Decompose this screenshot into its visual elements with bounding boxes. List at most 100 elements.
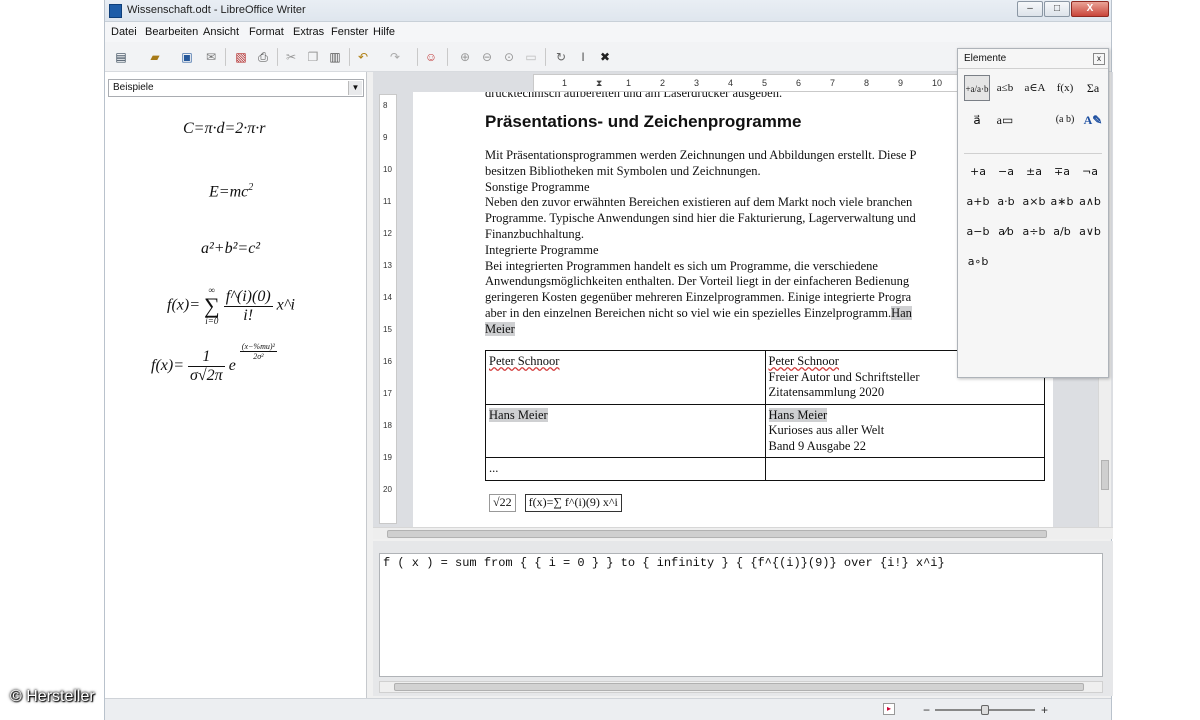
symbols-icon[interactable]: ✖ [597,49,613,65]
inline-taylor-formula[interactable]: f(x)=∑ f^(i)(9) x^i [524,494,622,512]
chevron-down-icon[interactable]: ▼ [348,81,362,95]
email-icon[interactable]: ✉ [203,49,219,65]
print-icon[interactable]: ⎙ [255,49,271,65]
example-formula-pythagoras[interactable]: a²+b²=c² [201,240,260,258]
symbol-a-div-b[interactable]: a÷b [1020,221,1048,243]
menu-hilfe[interactable]: Hilfe [373,26,395,38]
symbol-minusplus-a[interactable]: ∓a [1048,161,1076,183]
menu-bearbeiten[interactable]: Bearbeiten [145,26,198,38]
copy-icon[interactable]: ❐ [305,49,321,65]
category-functions[interactable]: f(x) [1052,75,1078,101]
zoom-100-icon[interactable]: ⊙ [501,49,517,65]
zoom-in-icon[interactable]: ⊕ [457,49,473,65]
zoom-slider-knob[interactable] [981,705,989,715]
inline-sqrt-formula[interactable]: √22 [489,494,516,512]
gauss-exp-numerator: (x−%mu)² [239,342,277,352]
example-formula-energy[interactable]: E=mc2 [209,182,253,201]
formula-cursor-icon[interactable]: I [575,49,591,65]
close-button[interactable]: X [1071,1,1109,17]
sigma-glyph: ∑ [204,293,220,318]
category-brackets[interactable]: (a b) [1052,107,1078,133]
category-others[interactable]: a▭ [992,107,1018,133]
symbol-a-slash-b[interactable]: a/b [1048,221,1076,243]
maximize-button[interactable]: □ [1044,1,1070,17]
redo-icon[interactable]: ↷ [387,49,403,65]
category-attributes[interactable]: a⃗ [964,107,990,133]
toolbar-separator [277,48,278,66]
menu-datei[interactable]: Datei [111,26,137,38]
gauss-lhs: f(x)= [151,357,184,375]
symbol-a-cdot-b[interactable]: a·b [992,191,1020,213]
update-icon[interactable]: ↻ [553,49,569,65]
formula-command-input[interactable]: f ( x ) = sum from { { i = 0 } } to { in… [379,553,1103,677]
menu-extras[interactable]: Extras [293,26,324,38]
symbol-plusminus-a[interactable]: ±a [1020,161,1048,183]
paste-icon[interactable]: ▥ [327,49,343,65]
ruler-label: 6 [796,78,802,88]
symbol-a-and-b[interactable]: a∧b [1076,191,1104,213]
zoom-out-icon[interactable]: ⊖ [479,49,495,65]
command-horizontal-scrollbar[interactable] [379,681,1103,693]
libreoffice-writer-window: Wissenschaft.odt - LibreOffice Writer – … [104,0,1113,720]
category-relations[interactable]: a≤b [992,75,1018,101]
cut-icon[interactable]: ✂ [283,49,299,65]
cell-text: Band 9 Ausgabe 22 [768,438,867,453]
symbol-minus-a[interactable]: −a [992,161,1020,183]
symbol-plus-a[interactable]: +a [964,161,992,183]
formula-icon[interactable]: ☺ [423,49,439,65]
scroll-thumb[interactable] [394,683,1084,691]
menu-format[interactable]: Format [249,26,284,38]
ruler-label: 4 [728,78,734,88]
scroll-thumb[interactable] [1101,460,1109,490]
table-cell[interactable]: ... [485,457,766,481]
category-dropdown[interactable]: Beispiele ▼ [108,79,364,97]
show-all-icon[interactable]: ▭ [523,49,539,65]
ruler-label: 8 [383,101,388,110]
symbol-a-or-b[interactable]: a∨b [1076,221,1104,243]
save-icon[interactable]: ▣ [179,49,195,65]
table-cell[interactable]: Peter Schnoor [485,350,766,405]
symbol-a-over-b[interactable]: a⁄b [992,221,1020,243]
example-formula-circle[interactable]: C=π·d=2·π·r [183,120,266,138]
category-operators[interactable]: Σa [1080,75,1106,101]
table-cell[interactable] [764,457,1045,481]
example-formula-gauss[interactable]: f(x)= 1 σ√2π e (x−%mu)² 2σ² [151,342,277,385]
symbol-a-plus-b[interactable]: a+b [964,191,992,213]
elements-panel-title: Elemente [958,49,1108,69]
category-formats[interactable]: A✎ [1080,107,1106,133]
document-modified-icon[interactable]: ▸ [883,703,895,715]
undo-icon[interactable]: ↶ [355,49,371,65]
toolbar-separator [545,48,546,66]
cell-text: Zitatensammlung 2020 [768,385,885,399]
symbol-not-a[interactable]: ¬a [1076,161,1104,183]
document-horizontal-scrollbar[interactable] [373,527,1113,539]
document-heading: Präsentations- und Zeichenprogramme [485,112,802,131]
ruler-label: 9 [383,133,388,142]
ruler-label: 8 [864,78,870,88]
minimize-button[interactable]: – [1017,1,1043,17]
dropdown-selected: Beispiele [113,82,154,93]
export-pdf-icon[interactable]: ▧ [233,49,249,65]
zoom-out-button[interactable]: − [923,703,930,717]
table-cell[interactable]: Hans Meier Kurioses aus aller Welt Band … [764,403,1045,458]
symbol-a-minus-b[interactable]: a−b [964,221,992,243]
category-unary-binary[interactable]: +a/a·b [964,75,990,101]
symbol-a-star-b[interactable]: a∗b [1048,191,1076,213]
symbol-a-circ-b[interactable]: a∘b [964,251,992,273]
zoom-in-button[interactable]: + [1041,703,1048,717]
tab-stop-icon[interactable]: ⧗ [596,78,602,89]
new-document-icon[interactable]: ▤ [113,49,129,65]
symbol-a-times-b[interactable]: a×b [1020,191,1048,213]
scroll-thumb[interactable] [387,530,1047,538]
example-formula-taylor[interactable]: f(x)= ∞ ∑ i=0 f^(i)(0) i! x^i [167,286,295,326]
ruler-label: 19 [383,453,392,462]
energy-base: E=mc [209,183,249,201]
open-icon[interactable]: ▰ [147,49,163,65]
category-set-operations[interactable]: a∈A [1022,75,1048,101]
table-cell[interactable]: Hans Meier [485,403,766,458]
menu-ansicht[interactable]: Ansicht [203,26,239,38]
menu-fenster[interactable]: Fenster [331,26,368,38]
close-icon[interactable]: x [1093,53,1105,65]
window-title: Wissenschaft.odt - LibreOffice Writer [127,4,306,16]
table-row: ... [485,457,1045,481]
